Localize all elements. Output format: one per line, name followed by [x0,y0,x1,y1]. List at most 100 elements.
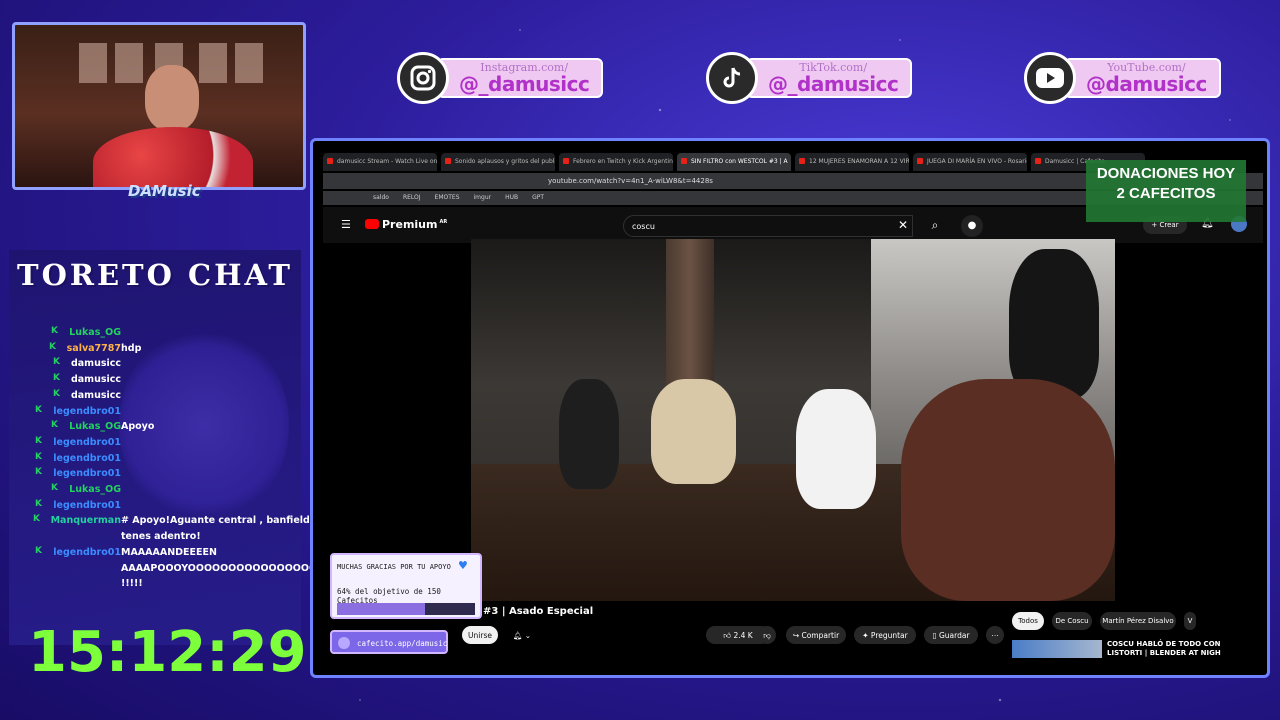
notify-bell-icon[interactable]: 🔔︎ ⌄ [506,626,538,644]
bookmark-item[interactable]: GPT [532,194,544,201]
filter-chip[interactable]: De Coscu [1052,612,1092,630]
goal-title: MUCHAS GRACIAS POR TU APOYO [337,563,451,571]
chat-username[interactable]: Manquerman [51,514,121,528]
donations-line1: DONACIONES HOY [1096,165,1236,182]
donation-goal-widget: MUCHAS GRACIAS POR TU APOYO ♥ 64% del ob… [330,553,482,619]
chat-text: # Apoyo!Aguante central , banfield la [121,515,323,527]
social-site: Instagram.com/ [480,60,569,74]
browser-tab[interactable]: Sonido aplausos y gritos del publico [441,153,555,171]
cafecito-text: cafecito.app/damusic [357,639,448,648]
clear-search-icon[interactable]: ✕ [898,218,908,232]
chat-message: Kdamusicc [9,357,301,371]
browser-tab[interactable]: 12 MUJERES ENAMORAN A 12 VIRG [795,153,909,171]
region-label: AR [439,219,448,226]
streamer [93,65,253,187]
filter-chip[interactable]: V [1184,612,1196,630]
scene-person [651,379,736,484]
ask-button[interactable]: ✦ Preguntar [854,626,916,644]
browser-tab[interactable]: Febrero en Twitch y Kick Argentina [559,153,673,171]
video-player[interactable] [471,239,1115,601]
chat-message: Kdamusicc [9,373,301,387]
bookmark-item[interactable]: HUB [505,194,518,201]
donations-today: DONACIONES HOY 2 CAFECITOS [1086,160,1246,222]
chat-text: !!!!! [121,578,143,590]
video-title: #3 | Asado Especial [483,606,594,617]
bookmark-item[interactable]: saldo [373,194,389,201]
chat-message: Klegendbro01 [9,405,301,419]
chat-panel: TORETO CHAT K Lukas_OG Ksalva7787 hdp Kdamus… [9,250,354,645]
chat-username[interactable]: legendbro01 [53,467,121,481]
browser-tab[interactable]: damusicc Stream - Watch Live on [323,153,437,171]
chat-text: MAAAAANDEEEEN [121,546,217,558]
recommended-title: COSCU HABLÓ DE TODO CON LISTORTI | BLEND… [1107,640,1221,657]
kick-badge-icon: K [53,357,60,368]
instagram-icon [397,52,449,104]
filter-chip[interactable]: Martín Pérez Disalvo [1100,612,1176,630]
browser-tab[interactable]: SIN FILTRO con WESTCOL #3 | A [677,153,791,171]
chat-username[interactable]: legendbro01 [53,436,121,450]
dislike-icon[interactable]: 👎︎ [758,626,776,644]
scene-person [559,379,619,489]
social-tiktok: TikTok.com/ @_damusicc [706,52,913,104]
chat-username[interactable]: legendbro01 [53,405,121,419]
social-pill: Instagram.com/ @_damusicc [437,58,604,98]
chat-username[interactable]: salva7787 [67,342,121,356]
social-handle: @_damusicc [768,71,899,96]
kick-badge-icon: K [53,373,60,384]
chat-message: Ksalva7787 hdp [9,342,301,356]
chat-username[interactable]: Lukas_OG [69,420,121,434]
tiktok-icon [706,52,758,104]
save-label: Guardar [938,631,970,640]
scene-person [1009,249,1099,399]
chat-username[interactable]: damusicc [71,357,121,371]
mic-icon[interactable]: ● [961,215,983,237]
social-pill: TikTok.com/ @_damusicc [746,58,913,98]
social-instagram: Instagram.com/ @_damusicc [397,52,604,104]
save-button[interactable]: ▯ Guardar [924,626,978,644]
chat-username[interactable]: legendbro01 [53,452,121,466]
kick-badge-icon: K [35,451,42,462]
join-button[interactable]: Unirse [462,626,498,644]
bookmark-item[interactable]: RELOJ [403,194,421,201]
menu-icon[interactable]: ☰ [341,218,351,231]
youtube-icon [1024,52,1076,104]
like-icon: 👍︎ [723,631,732,640]
bookmark-item[interactable]: EMOTES [435,194,460,201]
chat-username[interactable]: damusicc [71,373,121,387]
clock: 15:12:29 [28,620,307,685]
chat-message: Klegendbro01 [9,436,301,450]
recommended-video[interactable]: COSCU HABLÓ DE TODO CON LISTORTI | BLEND… [1012,640,1232,658]
social-site: YouTube.com/ [1107,60,1186,74]
chat-message: K Manquerman # Apoyo!Aguante central , ban… [9,514,323,528]
streamer-head [145,65,199,131]
kick-badge-icon: K [35,404,42,415]
chat-title: TORETO CHAT [17,258,293,292]
youtube-logo[interactable]: Premium AR [365,218,447,231]
scene-person [796,389,876,509]
chat-message: Klegendbro01 [9,499,301,513]
chat-username[interactable]: legendbro01 [53,499,121,513]
chat-message: !!!!! [9,577,301,591]
kick-badge-icon: K [35,435,42,446]
chat-message: Klegendbro01 [9,452,301,466]
share-button[interactable]: ↪ Compartir [786,626,846,644]
search-input[interactable]: coscu [623,215,913,237]
chat-text: Apoyo [121,421,155,433]
more-options-icon[interactable]: ⋯ [986,626,1004,644]
social-handle: @_damusicc [459,71,590,96]
filter-chip[interactable]: Todos [1012,612,1044,630]
scene-person [901,379,1115,601]
chat-username[interactable]: legendbro01 [53,546,121,560]
youtube-play-icon [365,219,379,229]
streamer-shirt [93,127,253,187]
chat-username[interactable]: Lukas_OG [69,326,121,340]
bookmark-item[interactable]: imgur [474,194,492,201]
chat-message: K Lukas_OG [9,483,301,497]
chat-username[interactable]: Lukas_OG [69,483,121,497]
heart-icon: ♥ [458,559,468,572]
cafecito-link[interactable]: cafecito.app/damusic [330,630,448,654]
chat-text: hdp [121,342,142,354]
browser-tab[interactable]: JUEGA DI MARÍA EN VIVO - Rosario [913,153,1027,171]
search-icon[interactable]: ⌕ [921,215,949,237]
chat-username[interactable]: damusicc [71,389,121,403]
